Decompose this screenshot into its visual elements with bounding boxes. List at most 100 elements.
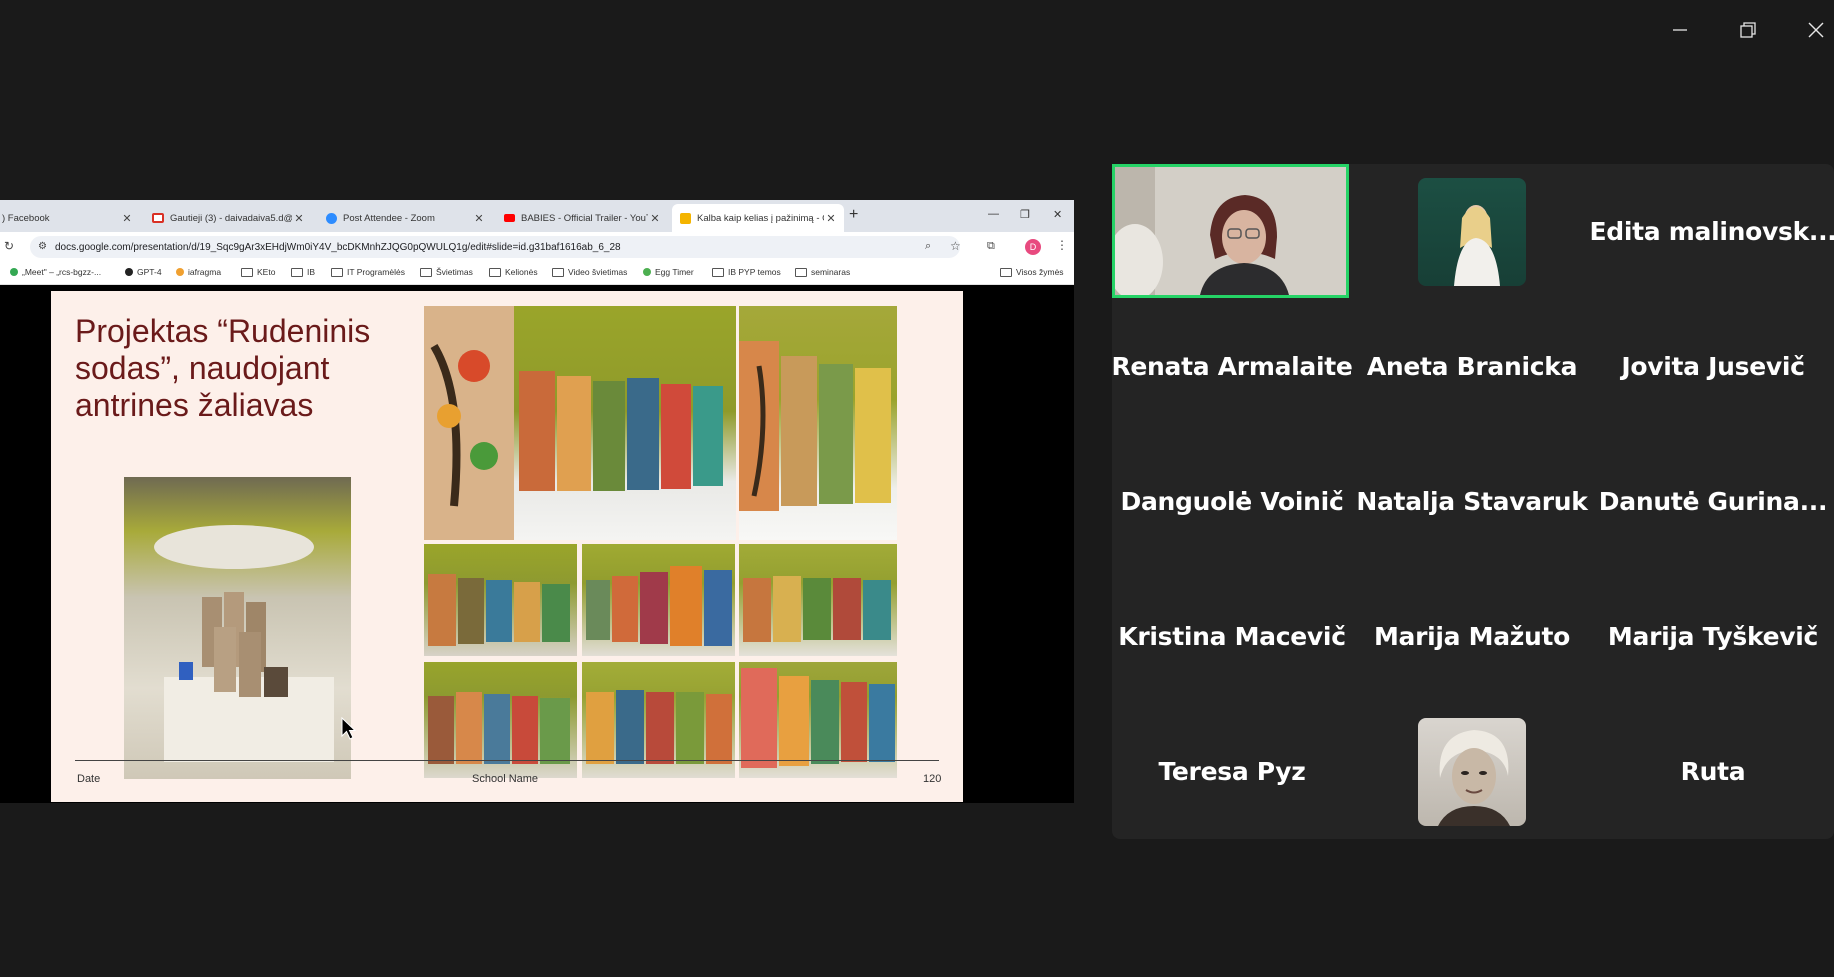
youtube-icon — [504, 214, 515, 222]
participant-tile[interactable]: Edita malinovsk... — [1589, 164, 1834, 299]
close-button[interactable] — [1786, 12, 1834, 48]
browser-tab-bar: ) Facebook ✕ Gautieji (3) - daivadaiva5.… — [0, 200, 1074, 232]
bookmark-item[interactable]: iafragma — [176, 267, 221, 277]
bookmark-star-icon[interactable]: ☆ — [950, 239, 961, 253]
bookmark-folder[interactable]: seminaras — [795, 267, 850, 277]
tab-close-icon[interactable]: ✕ — [292, 212, 306, 225]
bookmark-folder[interactable]: IT Programėlės — [331, 267, 405, 277]
meet-icon — [10, 268, 18, 276]
participant-name: Aneta Branicka — [1366, 352, 1578, 381]
mouse-cursor-icon — [341, 717, 357, 740]
zoom-icon[interactable]: ⌕ — [925, 240, 931, 253]
folder-icon — [712, 267, 724, 277]
participant-tile[interactable]: Marija Mažuto — [1352, 569, 1592, 704]
timer-icon — [643, 268, 651, 276]
tab-youtube[interactable]: BABIES - Official Trailer - YouTu ✕ — [496, 204, 668, 232]
participant-name: Danutė Gurina... — [1598, 487, 1828, 516]
folder-icon — [552, 267, 564, 277]
participant-tile[interactable]: Jovita Jusevič — [1593, 299, 1833, 434]
tab-zoom[interactable]: Post Attendee - Zoom ✕ — [318, 204, 492, 232]
participant-tile[interactable]: Natalja Stavaruk — [1352, 434, 1592, 569]
bookmarks-bar: „Meet" – „rcs-bgzz-... GPT-4 iafragma KE… — [0, 262, 1074, 285]
folder-icon — [331, 267, 343, 277]
participant-avatar — [1418, 717, 1526, 826]
participant-name: Natalja Stavaruk — [1356, 487, 1588, 516]
bookmark-folder[interactable]: KEto — [241, 267, 275, 277]
tab-label: Post Attendee - Zoom — [343, 212, 435, 224]
gmail-icon — [152, 213, 164, 223]
tab-close-icon[interactable]: ✕ — [648, 212, 662, 225]
profile-avatar[interactable]: D — [1025, 239, 1041, 255]
slide-footer-date: Date — [77, 773, 101, 785]
bookmark-folder[interactable]: Švietimas — [420, 267, 473, 277]
slide-title: Projektas “Rudeninis sodas”, naudojant a… — [75, 313, 371, 423]
bookmark-item[interactable]: „Meet" – „rcs-bgzz-... — [10, 267, 101, 277]
tab-gmail[interactable]: Gautieji (3) - daivadaiva5.d@gr ✕ — [144, 204, 312, 232]
bookmark-item[interactable]: Egg Timer — [643, 267, 694, 277]
participant-name: Marija Tyškevič — [1607, 622, 1819, 651]
tab-close-icon[interactable]: ✕ — [120, 212, 134, 225]
participant-name: Jovita Jusevič — [1621, 352, 1805, 381]
participant-tile[interactable]: Renata Armalaite — [1112, 299, 1353, 434]
all-bookmarks[interactable]: Visos žymės — [1000, 267, 1064, 277]
tab-label: Gautieji (3) - daivadaiva5.d@gr — [170, 212, 292, 224]
slide-footer-school: School Name — [472, 773, 539, 785]
site-info-icon[interactable]: ⚙ — [38, 241, 47, 252]
folder-icon — [420, 267, 432, 277]
menu-icon[interactable]: ⋮ — [1056, 238, 1068, 252]
photo-painted-tubes-4 — [582, 544, 735, 656]
bookmark-folder[interactable]: Kelionės — [489, 267, 538, 277]
participant-tile[interactable]: Danguolė Voinič — [1112, 434, 1352, 569]
bookmark-item[interactable]: GPT-4 — [125, 267, 162, 277]
participant-avatar — [1418, 177, 1526, 286]
folder-icon — [1000, 267, 1012, 277]
participant-name: Edita malinovsk... — [1589, 217, 1834, 246]
minimize-button[interactable] — [1650, 12, 1710, 48]
participant-tile[interactable]: Teresa Pyz — [1112, 704, 1352, 839]
participant-tile-avatar[interactable] — [1352, 164, 1592, 299]
folder-icon — [795, 267, 807, 277]
reload-icon[interactable]: ↻ — [4, 239, 14, 253]
restore-icon — [1740, 22, 1756, 38]
bookmark-folder[interactable]: Video švietimas — [552, 267, 627, 277]
site-icon — [176, 268, 184, 276]
close-icon — [1808, 22, 1824, 38]
participant-tile[interactable]: Aneta Branicka — [1352, 299, 1592, 434]
photo-painted-tubes-5 — [739, 544, 897, 656]
browser-close-icon[interactable]: ✕ — [1053, 208, 1062, 221]
restore-button[interactable] — [1718, 12, 1778, 48]
slides-icon — [680, 212, 691, 224]
extensions-icon[interactable]: ⧉ — [987, 240, 995, 253]
url-text: docs.google.com/presentation/d/19_Sqc9gA… — [55, 242, 621, 253]
tab-close-icon[interactable]: ✕ — [824, 212, 838, 225]
tab-facebook[interactable]: ) Facebook ✕ — [0, 204, 140, 232]
slide-page-number: 120 — [923, 773, 942, 785]
participant-tile[interactable]: Danutė Gurina... — [1593, 434, 1833, 569]
bookmark-folder[interactable]: IB PYP temos — [712, 267, 781, 277]
folder-icon — [291, 267, 303, 277]
openai-icon — [125, 268, 133, 276]
browser-restore-icon[interactable]: ❐ — [1020, 208, 1030, 221]
photo-painted-tubes-2 — [739, 306, 897, 540]
participant-name: Renata Armalaite — [1112, 352, 1353, 381]
new-tab-button[interactable]: + — [849, 206, 858, 224]
folder-icon — [489, 267, 501, 277]
photo-painted-tubes-1 — [424, 306, 736, 540]
presentation-slide: Projektas “Rudeninis sodas”, naudojant a… — [51, 291, 963, 802]
minimize-icon — [1673, 29, 1687, 31]
participant-name: Marija Mažuto — [1373, 622, 1571, 651]
tab-slides[interactable]: Kalba kaip kelias į pažinimą - G ✕ — [672, 204, 844, 232]
participant-tile-avatar[interactable] — [1352, 704, 1592, 839]
tab-close-icon[interactable]: ✕ — [472, 212, 486, 225]
participant-tile[interactable]: Marija Tyškevič — [1593, 569, 1833, 704]
participant-name: Danguolė Voinič — [1120, 487, 1344, 516]
active-speaker-video[interactable] — [1112, 164, 1349, 298]
tab-label: ) Facebook — [2, 212, 50, 224]
tab-label: Kalba kaip kelias į pažinimą - G — [697, 212, 824, 224]
bookmark-folder[interactable]: IB — [291, 267, 315, 277]
footer-divider — [75, 760, 939, 761]
participant-tile[interactable]: Kristina Macevič — [1112, 569, 1352, 704]
participant-tile[interactable]: Ruta — [1593, 704, 1833, 839]
folder-icon — [241, 267, 253, 277]
browser-minimize-icon[interactable]: — — [988, 208, 999, 220]
